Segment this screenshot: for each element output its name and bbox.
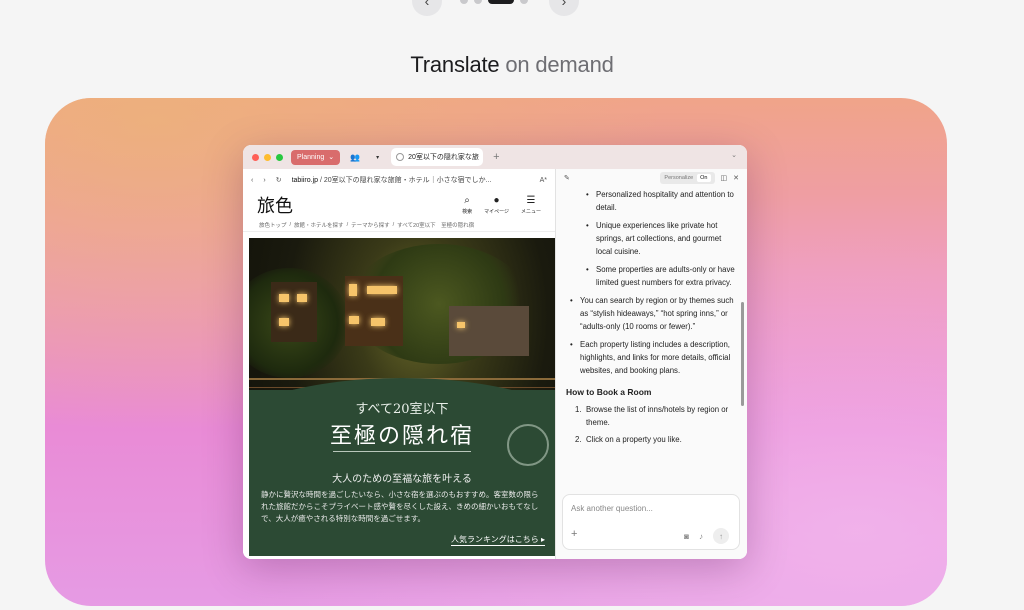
section-title-light: on demand bbox=[505, 52, 614, 77]
booking-steps: 1. Browse the list of inns/hotels by regi… bbox=[566, 403, 736, 446]
hero-body: 静かに贅沢な時間を過ごしたいなら、小さな宿を選ぶのもおすすめ。客室数の限られた旅… bbox=[261, 490, 539, 523]
list-item: You can search by region or by themes su… bbox=[566, 294, 736, 333]
send-button[interactable]: ↑ bbox=[713, 528, 729, 544]
chevron-left-icon: ‹ bbox=[424, 0, 430, 9]
url-domain: tabiiro.jp bbox=[291, 177, 319, 184]
web-content-pane: ‹ › ↻ tabiiro.jp / 20室以下の隠れ家な旅館・ホテル｜小さな宿… bbox=[243, 169, 555, 559]
ask-input[interactable]: Ask another question... + ◙ ♪ ↑ bbox=[562, 494, 740, 550]
ask-actions: ◙ ♪ ↑ bbox=[684, 528, 729, 544]
attach-icon[interactable]: + bbox=[571, 528, 577, 540]
browser-titlebar: Planning ⌄ 👥 ▾ 20室以下の隠れ家な旅 + ⌄ bbox=[243, 145, 747, 169]
carousel-next-button[interactable]: › bbox=[549, 0, 579, 16]
breadcrumb: 旅色トップ / 旅館・ホテルを探す / テーマから探す / すべて20室以下 至極の隠… bbox=[243, 219, 555, 232]
sub-bullet-list: Personalized hospitality and attention t… bbox=[566, 188, 736, 289]
step-text: Browse the list of inns/hotels by region… bbox=[586, 405, 729, 427]
tab-list-chevron-icon[interactable]: ⌄ bbox=[731, 151, 737, 159]
section-title-strong: Translate bbox=[410, 52, 500, 77]
translate-icon[interactable]: A* bbox=[540, 177, 547, 184]
sidebar-layout-icon[interactable]: ◫ bbox=[721, 174, 728, 182]
personalize-label: Personalize bbox=[664, 175, 694, 181]
tab-group-planning[interactable]: Planning ⌄ bbox=[291, 149, 341, 165]
tab-overview-chevron-icon[interactable]: ▾ bbox=[376, 154, 379, 161]
list-item: Personalized hospitality and attention t… bbox=[566, 188, 736, 214]
carousel-nav: ‹ › bbox=[0, 0, 1024, 18]
site-header: 旅色 ⌕ 検索 ● マイページ ☰ メニュー bbox=[243, 191, 555, 219]
list-item: 1. Browse the list of inns/hotels by regi… bbox=[566, 403, 736, 429]
site-search-label: 検索 bbox=[462, 208, 473, 215]
list-item: Unique experiences like private hot spri… bbox=[566, 219, 736, 258]
reload-icon[interactable]: ↻ bbox=[276, 176, 282, 184]
carousel-dot[interactable] bbox=[474, 0, 482, 4]
url-path: / 20室以下の隠れ家な旅館・ホテル｜小さな宿でしか... bbox=[318, 177, 492, 184]
forward-icon[interactable]: › bbox=[263, 177, 265, 184]
building-shape bbox=[449, 306, 529, 356]
bullet-list: You can search by region or by themes su… bbox=[566, 294, 736, 377]
tab-active[interactable]: 20室以下の隠れ家な旅 bbox=[391, 148, 484, 166]
ask-placeholder: Ask another question... bbox=[571, 504, 653, 513]
site-nav: ⌕ 検索 ● マイページ ☰ メニュー bbox=[462, 194, 541, 215]
breadcrumb-item[interactable]: テーマから探す bbox=[351, 221, 390, 229]
close-window-button[interactable] bbox=[252, 153, 259, 161]
breadcrumb-item-current: すべて20室以下 至極の隠れ宿 bbox=[397, 223, 475, 229]
site-menu-label: メニュー bbox=[520, 208, 541, 215]
profile-icon[interactable]: 👥 bbox=[350, 153, 360, 162]
breadcrumb-item[interactable]: 旅色トップ bbox=[259, 221, 287, 229]
hero-gradient-panel: Planning ⌄ 👥 ▾ 20室以下の隠れ家な旅 + ⌄ ‹ › ↻ tab… bbox=[45, 98, 947, 606]
list-item: Some properties are adults-only or have … bbox=[566, 263, 736, 289]
zoom-window-button[interactable] bbox=[276, 153, 283, 161]
menu-icon: ☰ bbox=[526, 194, 536, 206]
address-bar[interactable]: ‹ › ↻ tabiiro.jp / 20室以下の隠れ家な旅館・ホテル｜小さな宿… bbox=[243, 169, 555, 191]
assistant-response: Personalized hospitality and attention t… bbox=[566, 188, 736, 493]
ranking-link[interactable]: 人気ランキングはこちら ▸ bbox=[451, 534, 545, 546]
assistant-sidebar: ✎ Personalize On ◫ ✕ Personalized hospit… bbox=[555, 169, 747, 559]
microphone-icon[interactable]: ♪ bbox=[699, 532, 703, 541]
browser-window: Planning ⌄ 👥 ▾ 20室以下の隠れ家な旅 + ⌄ ‹ › ↻ tab… bbox=[243, 145, 747, 559]
step-number: 2. bbox=[575, 435, 582, 444]
traffic-lights bbox=[252, 153, 283, 161]
site-search-button[interactable]: ⌕ 検索 bbox=[462, 194, 473, 215]
site-mypage-button[interactable]: ● マイページ bbox=[484, 194, 509, 215]
list-item: Each property listing includes a descrip… bbox=[566, 338, 736, 377]
camera-icon[interactable]: ◙ bbox=[684, 532, 689, 541]
chevron-down-icon: ⌄ bbox=[328, 154, 335, 161]
personalize-toggle[interactable]: Personalize On bbox=[660, 172, 715, 184]
hero-subtitle: すべて20室以下 bbox=[355, 402, 449, 417]
url-text[interactable]: tabiiro.jp / 20室以下の隠れ家な旅館・ホテル｜小さな宿でしか... bbox=[292, 175, 530, 185]
breadcrumb-item[interactable]: 旅館・ホテルを探す bbox=[294, 221, 344, 229]
favicon-icon bbox=[396, 153, 405, 161]
assistant-toolbar: ✎ Personalize On ◫ ✕ bbox=[556, 169, 747, 187]
hero-tagline: 大人のための至福な旅を叶える bbox=[332, 474, 472, 485]
personalize-state: On bbox=[697, 174, 711, 182]
close-icon[interactable]: ✕ bbox=[733, 174, 739, 182]
building-shape bbox=[271, 282, 317, 342]
new-tab-button[interactable]: + bbox=[493, 151, 499, 163]
user-icon: ● bbox=[493, 194, 500, 206]
carousel-dot[interactable] bbox=[520, 0, 528, 4]
minimize-window-button[interactable] bbox=[264, 153, 271, 161]
hero-photo: すべて20室以下 至極の隠れ宿 大人のための至福な旅を叶える 静かに贅沢な時間を… bbox=[249, 238, 555, 556]
section-title: Translate on demand bbox=[0, 52, 1024, 78]
building-shape bbox=[345, 276, 403, 346]
chevron-right-icon: › bbox=[561, 0, 567, 9]
booking-heading: How to Book a Room bbox=[566, 387, 652, 397]
list-item: 2. Click on a property you like. bbox=[566, 433, 736, 446]
site-menu-button[interactable]: ☰ メニュー bbox=[520, 194, 541, 215]
carousel-dot-active[interactable] bbox=[488, 0, 514, 4]
back-icon[interactable]: ‹ bbox=[251, 177, 253, 184]
tab-group-label: Planning bbox=[297, 153, 325, 161]
carousel-dot[interactable] bbox=[460, 0, 468, 4]
scrollbar-thumb[interactable] bbox=[741, 302, 744, 406]
carousel-dots bbox=[460, 0, 528, 4]
step-text: Click on a property you like. bbox=[586, 435, 682, 444]
site-logo[interactable]: 旅色 bbox=[257, 192, 293, 218]
site-mypage-label: マイページ bbox=[484, 208, 509, 215]
divider bbox=[333, 451, 471, 452]
step-number: 1. bbox=[575, 405, 582, 414]
search-icon: ⌕ bbox=[464, 194, 470, 206]
tab-title: 20室以下の隠れ家な旅 bbox=[408, 154, 479, 161]
moon-icon bbox=[507, 424, 549, 466]
carousel-prev-button[interactable]: ‹ bbox=[412, 0, 442, 16]
compose-icon[interactable]: ✎ bbox=[564, 174, 570, 182]
